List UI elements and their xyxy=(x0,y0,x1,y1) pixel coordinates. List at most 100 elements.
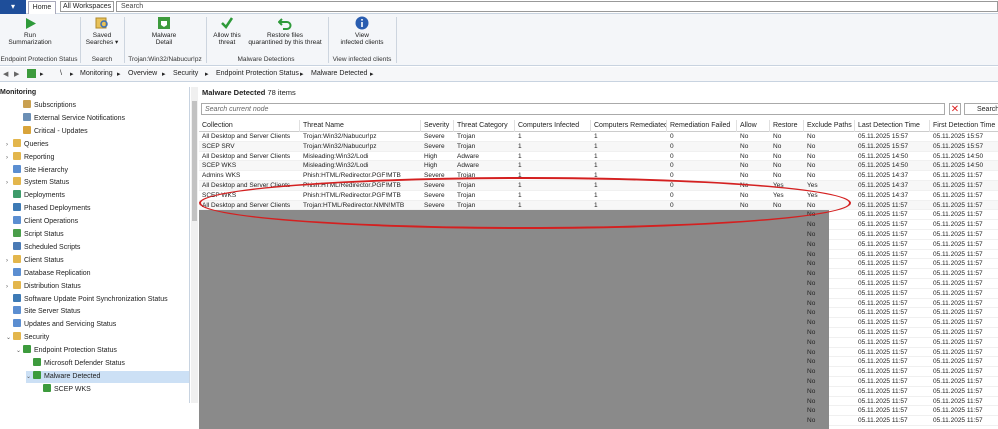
column-header-severity[interactable]: Severity xyxy=(421,120,454,132)
table-row[interactable]: No 05.11.2025 11:57 05.11.2025 11:57 xyxy=(807,308,998,319)
tree-item-queries[interactable]: › Queries xyxy=(6,138,49,151)
table-row[interactable]: No 05.11.2025 11:57 05.11.2025 11:57 xyxy=(807,259,998,270)
tree-node-icon xyxy=(13,319,21,328)
tree-item-site-hierarchy[interactable]: Site Hierarchy xyxy=(6,164,68,177)
forward-arrow-icon[interactable]: ▶ xyxy=(14,70,19,78)
table-row[interactable]: No 05.11.2025 11:57 05.11.2025 11:57 xyxy=(807,210,998,221)
table-row[interactable]: No 05.11.2025 11:57 05.11.2025 11:57 xyxy=(807,328,998,338)
table-row[interactable]: No 05.11.2025 11:57 05.11.2025 11:57 xyxy=(807,406,998,417)
search-input[interactable]: Search current node xyxy=(201,103,945,115)
tree-item-deployments[interactable]: Deployments xyxy=(6,190,65,202)
tree-node-icon xyxy=(13,164,21,173)
workspace-dropdown[interactable]: All Workspaces xyxy=(60,1,114,12)
tree-item-distribution-status[interactable]: › Distribution Status xyxy=(6,280,81,293)
tree-item-security[interactable]: ⌄ Security xyxy=(6,332,49,344)
navigation-scrollbar[interactable] xyxy=(191,87,198,403)
table-row[interactable]: No 05.11.2025 11:57 05.11.2025 11:57 xyxy=(807,240,998,250)
tree-item-endpoint-protection-status[interactable]: ⌄ Endpoint Protection Status xyxy=(16,345,117,357)
search-button[interactable]: Search xyxy=(964,103,998,115)
table-row[interactable]: No 05.11.2025 11:57 05.11.2025 11:57 xyxy=(807,250,998,260)
column-header-threat-name[interactable]: Threat Name xyxy=(300,120,421,132)
table-row[interactable]: No 05.11.2025 11:57 05.11.2025 11:57 xyxy=(807,269,998,279)
table-row[interactable]: Admins WKS Phish:HTML/Redirector.PGF!MTB S… xyxy=(199,171,998,181)
table-row[interactable]: No 05.11.2025 11:57 05.11.2025 11:57 xyxy=(807,357,998,368)
column-header-computers-remediated[interactable]: Computers Remediated xyxy=(591,120,667,132)
breadcrumb-overview[interactable]: Overview xyxy=(128,70,157,77)
tree-item-malware-detected[interactable]: ⌄ Malware Detected xyxy=(26,370,189,383)
table-row[interactable]: No 05.11.2025 11:57 05.11.2025 11:57 xyxy=(807,367,998,377)
allow-threat-button[interactable]: Allow this threat xyxy=(208,16,246,46)
column-header-computers-infected[interactable]: Computers Infected xyxy=(515,120,591,132)
tree-item-microsoft-defender-status[interactable]: Microsoft Defender Status xyxy=(26,358,125,370)
tree-item-critical-updates[interactable]: Critical - Updates xyxy=(16,125,88,138)
app-menu-button[interactable]: ▾ xyxy=(0,0,26,14)
table-cell: 05.11.2025 14:50 xyxy=(933,162,984,170)
tree-item-client-status[interactable]: › Client Status xyxy=(6,254,64,267)
column-header-restore[interactable]: Restore xyxy=(770,120,804,132)
table-row[interactable]: No 05.11.2025 11:57 05.11.2025 11:57 xyxy=(807,318,998,328)
table-row[interactable]: All Desktop and Server Clients Phish:HTML… xyxy=(199,181,998,191)
malware-detail-button[interactable]: Malware Detail xyxy=(142,16,186,46)
tree-item-external-service-notifications[interactable]: External Service Notifications xyxy=(16,112,125,125)
table-row[interactable]: SCEP SRV Trojan:Win32/Nabucur!pz Severe Tro… xyxy=(199,141,998,152)
expand-toggle-icon[interactable]: ⌄ xyxy=(6,332,12,344)
column-header-first-detection-time[interactable]: First Detection Time xyxy=(930,120,998,132)
tree-item-script-status[interactable]: Script Status xyxy=(6,229,64,241)
clear-search-icon[interactable]: ✕ xyxy=(949,103,961,115)
tree-item-software-update-point-synchronization-status[interactable]: Software Update Point Synchronization St… xyxy=(6,293,168,306)
tree-item-reporting[interactable]: › Reporting xyxy=(6,151,54,164)
back-arrow-icon[interactable]: ◀ xyxy=(3,70,8,78)
table-row[interactable]: No 05.11.2025 11:57 05.11.2025 11:57 xyxy=(807,299,998,309)
table-cell: Misleading:Win32/Lodi xyxy=(303,152,369,160)
expand-toggle-icon[interactable]: › xyxy=(6,281,12,293)
column-header-threat-category[interactable]: Threat Category xyxy=(454,120,515,132)
global-search-input[interactable]: Search xyxy=(116,1,998,12)
expand-toggle-icon[interactable]: › xyxy=(6,177,12,189)
view-infected-clients-button[interactable]: View infected clients xyxy=(330,16,394,46)
column-header-allow[interactable]: Allow xyxy=(737,120,770,132)
table-row[interactable]: SCEP WKS Phish:HTML/Redirector.PGF!MTB Sev… xyxy=(199,191,998,201)
expand-toggle-icon[interactable]: ⌄ xyxy=(26,371,32,383)
table-row[interactable]: No 05.11.2025 11:57 05.11.2025 11:57 xyxy=(807,416,998,426)
restore-files-button[interactable]: Restore files quarantined by this threat xyxy=(246,16,324,46)
breadcrumb-monitoring[interactable]: Monitoring xyxy=(80,70,113,77)
table-row[interactable]: No 05.11.2025 11:57 05.11.2025 11:57 xyxy=(807,289,998,299)
table-row[interactable]: No 05.11.2025 11:57 05.11.2025 11:57 xyxy=(807,279,998,289)
table-row[interactable]: No 05.11.2025 11:57 05.11.2025 11:57 xyxy=(807,397,998,407)
breadcrumb-security[interactable]: Security xyxy=(173,70,198,77)
table-row[interactable]: No 05.11.2025 11:57 05.11.2025 11:57 xyxy=(807,377,998,387)
table-row[interactable]: No 05.11.2025 11:57 05.11.2025 11:57 xyxy=(807,338,998,348)
column-header-exclude-paths[interactable]: Exclude Paths xyxy=(804,120,855,132)
run-summarization-button[interactable]: Run Summarization xyxy=(8,16,52,46)
column-header-collection[interactable]: Collection xyxy=(199,120,300,132)
tree-item-phased-deployments[interactable]: Phased Deployments xyxy=(6,203,91,215)
expand-toggle-icon[interactable]: ⌄ xyxy=(16,345,22,357)
saved-searches-button[interactable]: Saved Searches ▾ xyxy=(82,16,122,46)
tree-item-updates-and-servicing-status[interactable]: Updates and Servicing Status xyxy=(6,319,116,331)
tree-item-client-operations[interactable]: Client Operations xyxy=(6,216,78,228)
tree-item-subscriptions[interactable]: Subscriptions xyxy=(16,100,76,112)
table-row[interactable]: No 05.11.2025 11:57 05.11.2025 11:57 xyxy=(807,230,998,240)
expand-toggle-icon[interactable]: › xyxy=(6,139,12,151)
table-row[interactable]: No 05.11.2025 11:57 05.11.2025 11:57 xyxy=(807,220,998,230)
column-header-remediation-failed[interactable]: Remediation Failed xyxy=(667,120,737,132)
breadcrumb-root[interactable]: \ xyxy=(60,70,62,77)
breadcrumb-malware-detected[interactable]: Malware Detected xyxy=(311,70,367,77)
breadcrumb-endpoint-protection-status[interactable]: Endpoint Protection Status xyxy=(216,70,299,77)
tree-item-scheduled-scripts[interactable]: Scheduled Scripts xyxy=(6,241,80,254)
table-row[interactable]: SCEP WKS Misleading:Win32/Lodi High Adware 1… xyxy=(199,161,998,172)
tree-item-database-replication[interactable]: Database Replication xyxy=(6,267,91,280)
table-row[interactable]: All Desktop and Server Clients Misleading… xyxy=(199,152,998,162)
scrollbar-thumb[interactable] xyxy=(192,101,197,221)
column-header-last-detection-time[interactable]: Last Detection Time xyxy=(855,120,930,132)
table-row[interactable]: All Desktop and Server Clients Trojan:Win… xyxy=(199,132,998,142)
expand-toggle-icon[interactable]: › xyxy=(6,152,12,164)
table-row[interactable]: No 05.11.2025 11:57 05.11.2025 11:57 xyxy=(807,387,998,397)
table-row[interactable]: All Desktop and Server Clients Trojan:HTM… xyxy=(199,200,998,211)
expand-toggle-icon[interactable]: › xyxy=(6,255,12,267)
tab-home[interactable]: Home xyxy=(28,1,56,14)
table-row[interactable]: No 05.11.2025 11:57 05.11.2025 11:57 xyxy=(807,348,998,358)
tree-item-scep-wks[interactable]: SCEP WKS xyxy=(36,383,91,396)
tree-item-system-status[interactable]: › System Status xyxy=(6,177,69,189)
tree-item-site-server-status[interactable]: Site Server Status xyxy=(6,306,80,318)
